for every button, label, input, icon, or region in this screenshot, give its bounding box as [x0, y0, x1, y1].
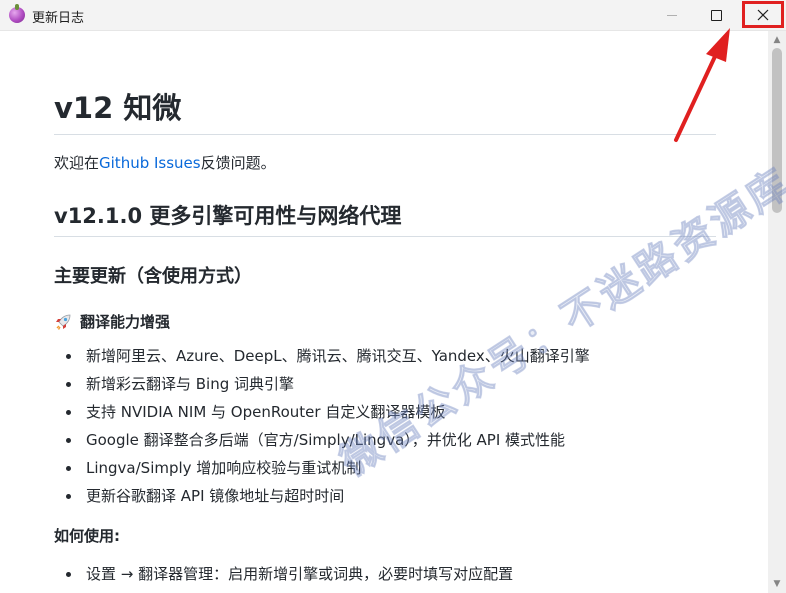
- title-divider: [54, 134, 716, 135]
- window-title: 更新日志: [32, 11, 85, 26]
- rocket-icon: [56, 314, 71, 330]
- intro-after: 反馈问题。: [200, 154, 276, 172]
- list-item: 支持 NVIDIA NIM 与 OpenRouter 自定义翻译器模板: [54, 398, 590, 426]
- maximize-icon: [710, 9, 722, 21]
- github-issues-link[interactable]: Github Issues: [99, 154, 201, 172]
- list-item: Lingva/Simply 增加响应校验与重试机制: [54, 454, 590, 482]
- list-item: 新增阿里云、Azure、DeepL、腾讯云、腾讯交互、Yandex、火山翻译引擎: [54, 342, 590, 370]
- section-divider: [54, 236, 716, 237]
- scroll-down-arrow-icon[interactable]: ▼: [768, 577, 786, 591]
- list-item: 设置 → 翻译器管理：启用新增引擎或词典，必要时填写对应配置: [54, 560, 513, 588]
- list-item: 新增彩云翻译与 Bing 词典引擎: [54, 370, 590, 398]
- vertical-scrollbar[interactable]: ▲ ▼: [768, 31, 786, 593]
- howto-list: 设置 → 翻译器管理：启用新增引擎或词典，必要时填写对应配置: [54, 560, 513, 588]
- feature-list: 新增阿里云、Azure、DeepL、腾讯云、腾讯交互、Yandex、火山翻译引擎…: [54, 342, 590, 510]
- title-bar: 更新日志: [0, 0, 786, 31]
- feature-group-label: 翻译能力增强: [80, 313, 171, 331]
- intro-text: 欢迎在Github Issues反馈问题。: [54, 152, 276, 173]
- intro-before: 欢迎在: [54, 154, 100, 172]
- app-icon: [9, 4, 25, 23]
- close-button[interactable]: [742, 1, 784, 28]
- howto-title: 如何使用:: [54, 527, 120, 545]
- list-item: 更新谷歌翻译 API 镜像地址与超时时间: [54, 482, 590, 510]
- minimize-icon: [667, 14, 677, 16]
- feature-group-title: 翻译能力增强: [54, 311, 170, 332]
- list-item: Google 翻译整合多后端（官方/Simply/Lingva），并优化 API…: [54, 426, 590, 454]
- scrollbar-thumb[interactable]: [772, 48, 782, 213]
- maximize-button[interactable]: [693, 0, 739, 30]
- minimize-button[interactable]: [649, 0, 695, 30]
- subsection-title: 主要更新（含使用方式）: [54, 266, 252, 287]
- close-icon: [757, 9, 769, 20]
- section-title: v12.1.0 更多引擎可用性与网络代理: [54, 204, 402, 228]
- page-title: v12 知微: [54, 91, 182, 125]
- scroll-up-arrow-icon[interactable]: ▲: [768, 33, 786, 47]
- changelog-content[interactable]: v12 知微 欢迎在Github Issues反馈问题。 v12.1.0 更多引…: [0, 31, 768, 593]
